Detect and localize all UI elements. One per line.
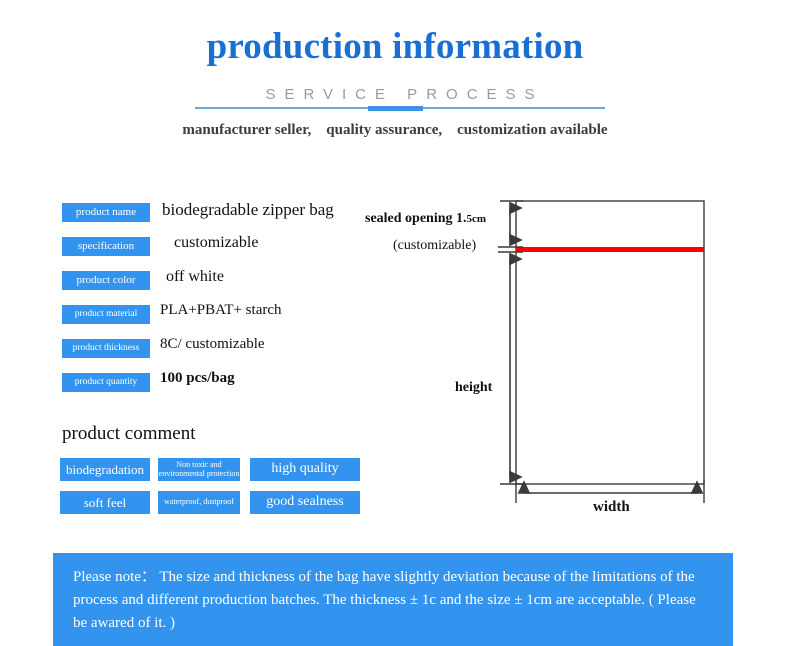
height-label: height xyxy=(455,380,493,395)
spec-row: product quantity 100 pcs/bag xyxy=(62,370,362,407)
spec-value-product-thickness: 8C/ customizable xyxy=(160,336,265,352)
spec-value-product-quantity: 100 pcs/bag xyxy=(160,370,235,386)
spec-label-specification: specification xyxy=(62,237,150,256)
zipper-line xyxy=(516,247,704,252)
spec-row: product thickness 8C/ customizable xyxy=(62,336,362,373)
spec-label-product-color: product color xyxy=(62,271,150,290)
spec-label-product-material: product material xyxy=(62,305,150,324)
bag-outline xyxy=(515,200,705,485)
spec-label-product-thickness: product thickness xyxy=(62,339,150,358)
spec-row: product name biodegradable zipper bag xyxy=(62,200,362,237)
product-comment-tags: biodegradation Non toxic and environment… xyxy=(60,458,365,524)
header-tagline: manufacturer seller, quality assurance, … xyxy=(182,122,608,138)
sealed-opening-value: 5cm xyxy=(466,213,487,225)
service-process-label: SERVICE PROCESS xyxy=(265,86,544,103)
header-divider-accent xyxy=(368,106,423,111)
tag-row: biodegradation Non toxic and environment… xyxy=(60,458,365,491)
product-comment-heading: product comment xyxy=(62,423,196,444)
please-note-box: Please note： The size and thickness of t… xyxy=(53,553,733,646)
please-note-text: Please note： The size and thickness of t… xyxy=(73,569,696,631)
specification-list: product name biodegradable zipper bag sp… xyxy=(62,200,362,407)
spec-label-product-quantity: product quantity xyxy=(62,373,150,392)
tag-non-toxic: Non toxic and environmental protection xyxy=(158,458,240,481)
spec-row: specification customizable xyxy=(62,234,362,271)
customizable-label: (customizable) xyxy=(393,238,477,253)
width-label: width xyxy=(593,499,630,515)
product-information-page: production information SERVICE PROCESS m… xyxy=(0,0,790,646)
spec-value-specification: customizable xyxy=(174,234,259,251)
spec-value-product-color: off white xyxy=(166,268,224,285)
tag-soft-feel: soft feel xyxy=(60,491,150,514)
tag-waterproof-dustproof: waterproof, dustproof xyxy=(158,491,240,514)
tag-good-sealness: good sealness xyxy=(250,491,360,514)
spec-row: product material PLA+PBAT+ starch xyxy=(62,302,362,339)
service-process-banner: SERVICE PROCESS xyxy=(195,86,605,112)
spec-label-product-name: product name xyxy=(62,203,150,222)
tag-biodegradation: biodegradation xyxy=(60,458,150,481)
sealed-opening-text: sealed opening 1. xyxy=(365,211,467,226)
spec-row: product color off white xyxy=(62,268,362,305)
tag-row: soft feel waterproof, dustproof good sea… xyxy=(60,491,365,524)
tag-high-quality: high quality xyxy=(250,458,360,481)
spec-value-product-material: PLA+PBAT+ starch xyxy=(160,302,282,318)
page-title: production information xyxy=(206,26,584,67)
header-divider-rule xyxy=(195,106,605,111)
spec-value-product-name: biodegradable zipper bag xyxy=(162,200,334,219)
sealed-opening-label: sealed opening 1.5cm xyxy=(365,211,486,227)
